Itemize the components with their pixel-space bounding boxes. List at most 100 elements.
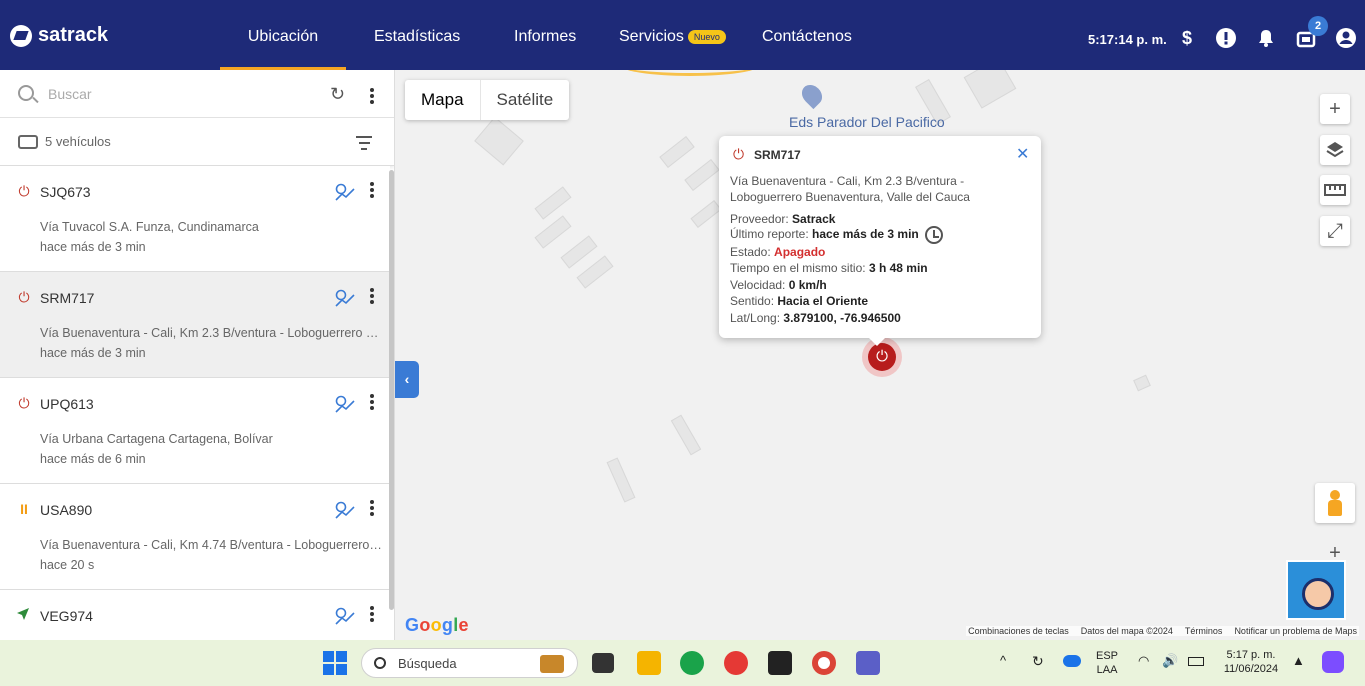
vehicle-last-report: hace más de 6 min <box>40 452 146 466</box>
map-building <box>690 200 722 228</box>
vehicle-item-upq613[interactable]: ⏻ UPQ613 Vía Urbana Cartagena Cartagena,… <box>0 378 390 484</box>
street-view-pegman-icon[interactable] <box>1315 483 1355 523</box>
map-road <box>620 70 760 76</box>
nav-estadisticas[interactable]: Estadísticas <box>374 0 460 70</box>
popup-provider: Proveedor: Satrack <box>730 212 836 226</box>
nav-ubicacion[interactable]: Ubicación <box>220 0 346 70</box>
vehicle-item-usa890[interactable]: II USA890 Vía Buenaventura - Cali, Km 4.… <box>0 484 390 590</box>
nav-servicios[interactable]: Servicios Nuevo <box>619 0 726 70</box>
power-off-icon: ⏻ <box>733 146 745 162</box>
popup-speed: Velocidad: 0 km/h <box>730 278 827 292</box>
route-icon[interactable] <box>334 606 356 626</box>
windows-start-icon[interactable] <box>323 651 347 675</box>
map-footer-shortcuts[interactable]: Combinaciones de teclas <box>968 626 1069 636</box>
vehicle-last-report: hace más de 3 min <box>40 240 146 254</box>
wifi-icon[interactable]: ◠ <box>1138 654 1149 668</box>
map-type-map-button[interactable]: Mapa <box>405 80 481 120</box>
map-building <box>474 116 524 166</box>
popup-time-same-place: Tiempo en el mismo sitio: 3 h 48 min <box>730 261 928 275</box>
taskbar-search[interactable]: Búsqueda <box>361 648 578 678</box>
briefcase-icon <box>540 655 564 673</box>
popup-direction: Sentido: Hacia el Oriente <box>730 294 869 308</box>
vehicle-count-row: 5 vehículos <box>0 118 394 166</box>
vehicle-more-icon[interactable] <box>370 392 374 412</box>
nav-informes[interactable]: Informes <box>514 0 576 70</box>
keyboard-language[interactable]: ESP LAA <box>1096 649 1118 677</box>
taskbar-search-label: Búsqueda <box>398 656 457 671</box>
bell-icon[interactable] <box>1255 27 1277 49</box>
popup-status: Estado: Apagado <box>730 245 826 259</box>
vehicle-more-icon[interactable] <box>370 180 374 200</box>
map-footer-terms[interactable]: Términos <box>1185 626 1223 636</box>
search-more-icon[interactable] <box>370 86 374 106</box>
poi-label[interactable]: Eds Parador Del Pacifico <box>789 114 945 130</box>
map-type-satellite-button[interactable]: Satélite <box>481 80 570 120</box>
brand-name: satrack <box>38 24 109 46</box>
map-canvas[interactable]: Mapa Satélite Eds Parador Del Pacifico +… <box>395 70 1365 640</box>
copilot-icon[interactable] <box>1322 651 1344 673</box>
file-explorer-icon[interactable] <box>637 651 661 675</box>
support-assistant-avatar[interactable] <box>1286 560 1346 620</box>
billing-dollar-icon[interactable]: $ <box>1176 27 1198 49</box>
map-building <box>963 70 1017 109</box>
route-icon[interactable] <box>334 182 356 202</box>
windows-taskbar: Búsqueda ^ ↻ ESP LAA ◠ 🔊 5:17 p. m. 11/0… <box>0 640 1365 686</box>
sticky-notes-icon[interactable] <box>768 651 792 675</box>
close-icon[interactable]: ✕ <box>1016 144 1029 164</box>
vehicle-last-report: hace más de 3 min <box>40 346 146 360</box>
power-off-icon: ⏻ <box>18 395 30 411</box>
onedrive-cloud-icon[interactable] <box>1063 655 1081 667</box>
sync-icon[interactable]: ↻ <box>1032 654 1044 668</box>
search-row: ↻ <box>0 70 394 118</box>
power-off-icon: ⏻ <box>18 183 30 199</box>
teams-icon[interactable] <box>856 651 880 675</box>
search-icon <box>374 657 386 669</box>
vehicle-more-icon[interactable] <box>370 604 374 624</box>
vehicle-info-popup: ⏻ SRM717 ✕ Vía Buenaventura - Cali, Km 2… <box>719 136 1041 346</box>
vehicle-address: Vía Buenaventura - Cali, Km 4.74 B/ventu… <box>40 538 382 552</box>
car-icon <box>18 135 38 149</box>
vehicle-last-report: hace 20 s <box>40 558 95 572</box>
collapse-sidebar-button[interactable]: ‹ <box>395 361 419 398</box>
battery-icon[interactable] <box>1188 657 1204 666</box>
nav-contactenos[interactable]: Contáctenos <box>762 0 852 70</box>
taskbar-clock[interactable]: 5:17 p. m. 11/06/2024 <box>1218 648 1284 676</box>
map-building <box>684 159 720 191</box>
ruler-icon[interactable] <box>1320 175 1350 205</box>
edge-browser-icon[interactable] <box>680 651 704 675</box>
chrome-browser-icon[interactable] <box>812 651 836 675</box>
vehicle-item-srm717[interactable]: ⏻ SRM717 Vía Buenaventura - Cali, Km 2.3… <box>0 272 390 378</box>
account-icon[interactable] <box>1335 27 1357 49</box>
zoom-in-icon[interactable]: + <box>1320 94 1350 124</box>
task-view-icon[interactable] <box>592 653 614 673</box>
alert-icon[interactable] <box>1215 27 1237 49</box>
route-icon[interactable] <box>334 288 356 308</box>
search-input[interactable] <box>48 82 318 106</box>
route-icon[interactable] <box>334 394 356 414</box>
route-icon[interactable] <box>334 500 356 520</box>
popup-address: Vía Buenaventura - Cali, Km 2.3 B/ventur… <box>730 174 970 204</box>
tray-chevron-icon[interactable]: ^ <box>1000 654 1006 668</box>
notification-bell-icon[interactable]: ▲ <box>1292 654 1305 668</box>
new-badge: Nuevo <box>687 29 726 44</box>
vehicle-item-veg974[interactable]: VEG974 <box>0 590 390 640</box>
vehicle-more-icon[interactable] <box>370 498 374 518</box>
search-icon <box>18 85 34 101</box>
map-building <box>1133 374 1151 392</box>
wps-office-icon[interactable] <box>724 651 748 675</box>
layers-icon[interactable] <box>1320 135 1350 165</box>
vehicle-plate: UPQ613 <box>40 396 94 412</box>
pause-icon: II <box>20 501 28 517</box>
cart-count-badge: 2 <box>1308 16 1328 36</box>
refresh-icon[interactable]: ↻ <box>330 84 345 105</box>
map-footer-report[interactable]: Notificar un problema de Maps <box>1234 626 1357 636</box>
filter-icon[interactable] <box>356 136 372 154</box>
map-footer: Combinaciones de teclas Datos del mapa ©… <box>966 626 1359 636</box>
sidebar-scrollbar[interactable] <box>389 170 394 610</box>
vehicle-item-sjq673[interactable]: ⏻ SJQ673 Vía Tuvacol S.A. Funza, Cundina… <box>0 166 390 272</box>
vehicle-more-icon[interactable] <box>370 286 374 306</box>
satrack-logo[interactable]: satrack <box>10 24 108 47</box>
fullscreen-icon[interactable]: ⤢ <box>1320 216 1350 246</box>
gas-station-pin-icon[interactable] <box>797 80 827 110</box>
volume-icon[interactable]: 🔊 <box>1162 654 1178 668</box>
